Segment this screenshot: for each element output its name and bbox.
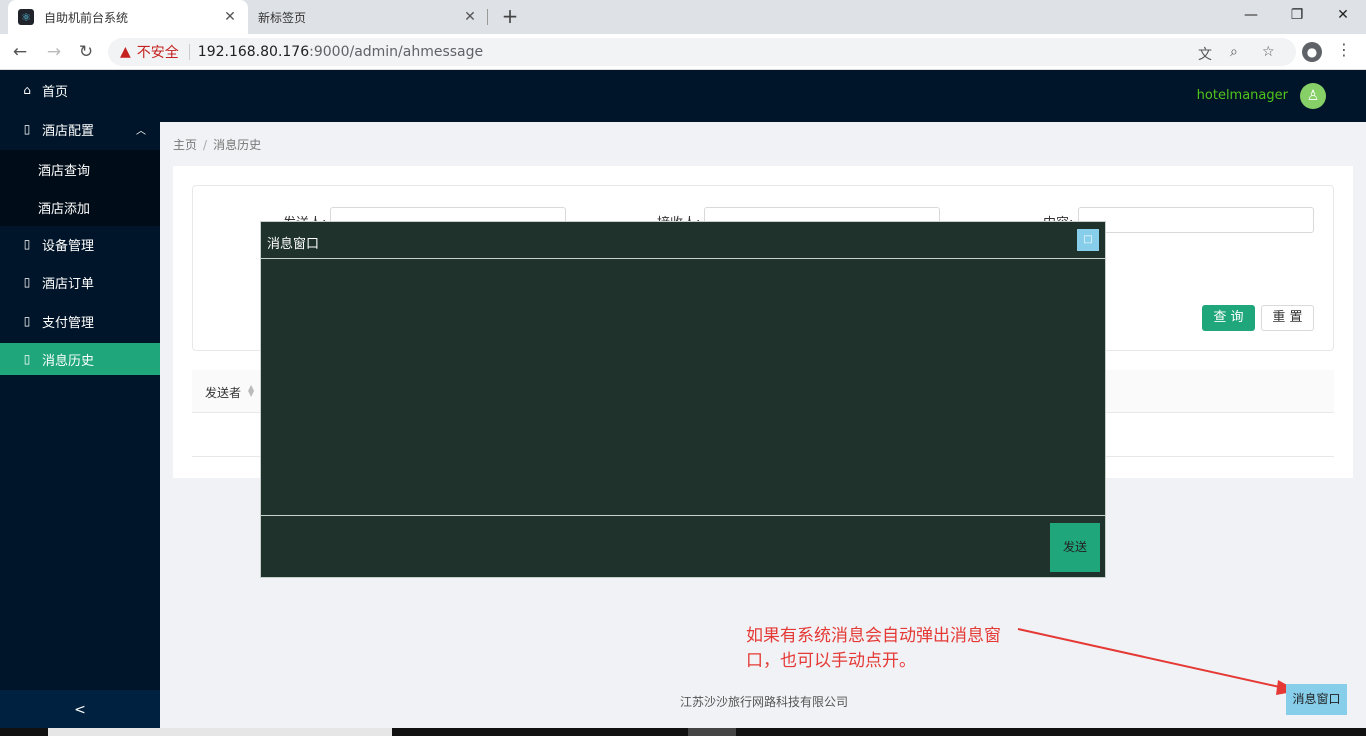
sidebar-item-hotel-config[interactable]: ▯ 酒店配置 ︿ bbox=[0, 112, 160, 146]
sidebar-item-message-history[interactable]: ▯ 消息历史 bbox=[0, 343, 160, 375]
sidebar-item-home[interactable]: ⌂ 首页 bbox=[0, 73, 160, 107]
sort-icon[interactable]: ▲ ▼ bbox=[248, 384, 254, 398]
chevron-up-icon: ︿ bbox=[136, 125, 146, 137]
react-logo-icon: ⚛ bbox=[18, 9, 34, 25]
new-tab-button[interactable]: + bbox=[498, 4, 522, 28]
close-icon[interactable]: ✕ bbox=[222, 9, 238, 25]
restore-button[interactable]: ❐ bbox=[1274, 0, 1320, 30]
file-icon: ▯ bbox=[23, 352, 31, 366]
send-button[interactable]: 发送 bbox=[1050, 523, 1100, 572]
message-window-title: 消息窗口 bbox=[267, 237, 320, 252]
profile-icon[interactable]: ● bbox=[1302, 42, 1322, 62]
sidebar-item-label: 酒店订单 bbox=[42, 276, 95, 292]
file-icon: ▯ bbox=[23, 314, 31, 328]
tab-title: 新标签页 bbox=[258, 10, 307, 25]
warning-icon: ▲ bbox=[120, 44, 131, 60]
taskbar-item[interactable] bbox=[48, 728, 392, 736]
sidebar: ⌂ 首页 ▯ 酒店配置 ︿ 酒店查询 酒店添加 ▯ 设备管理 ▯ 酒店订单 ▯ … bbox=[0, 70, 160, 730]
translate-icon[interactable]: 文 bbox=[1198, 44, 1212, 64]
address-bar[interactable]: ▲ 不安全 192.168.80.176:9000/admin/ahmessag… bbox=[108, 38, 1296, 66]
message-list bbox=[261, 260, 1105, 516]
zoom-icon[interactable]: ⌕ bbox=[1230, 44, 1238, 60]
file-icon: ▯ bbox=[23, 275, 31, 289]
user-avatar-icon[interactable]: ♙ bbox=[1300, 83, 1326, 109]
content-input[interactable] bbox=[1078, 207, 1314, 233]
back-button[interactable]: ← bbox=[8, 40, 32, 64]
message-input[interactable] bbox=[261, 517, 1047, 577]
url-host: 192.168.80.176 bbox=[197, 44, 310, 60]
security-status[interactable]: 不安全 bbox=[137, 42, 179, 62]
sidebar-item-hotel-query[interactable]: 酒店查询 bbox=[0, 150, 160, 188]
tab-separator bbox=[487, 9, 488, 25]
browser-toolbar: ← → ↻ ▲ 不安全 192.168.80.176:9000/admin/ah… bbox=[0, 34, 1366, 70]
bookmark-star-icon[interactable]: ☆ bbox=[1262, 44, 1275, 60]
breadcrumb-current: 消息历史 bbox=[213, 138, 262, 152]
tab-inactive[interactable]: 新标签页 ✕ bbox=[248, 0, 488, 34]
tab-title: 自助机前台系统 bbox=[44, 10, 129, 25]
browser-tabbar: ⚛ 自助机前台系统 ✕ 新标签页 ✕ + — ❐ ✕ bbox=[0, 0, 1366, 34]
minimize-button[interactable]: — bbox=[1228, 0, 1274, 30]
sidebar-collapse-button[interactable]: < bbox=[0, 690, 160, 730]
sidebar-item-orders[interactable]: ▯ 酒店订单 bbox=[0, 265, 160, 299]
message-window-toggle-button[interactable]: 消息窗口 bbox=[1286, 684, 1347, 715]
breadcrumb: 主页 / 消息历史 bbox=[173, 136, 261, 153]
file-icon: ▯ bbox=[23, 122, 31, 136]
sidebar-item-label: 支付管理 bbox=[42, 315, 95, 331]
username[interactable]: hotelmanager bbox=[1197, 88, 1288, 103]
sidebar-item-hotel-add[interactable]: 酒店添加 bbox=[0, 188, 160, 226]
divider bbox=[188, 44, 190, 60]
maximize-icon[interactable]: □ bbox=[1077, 229, 1099, 251]
sidebar-item-label: 首页 bbox=[42, 84, 69, 100]
window-close-button[interactable]: ✕ bbox=[1320, 0, 1366, 30]
breadcrumb-home[interactable]: 主页 bbox=[173, 138, 197, 152]
tab-active[interactable]: ⚛ 自助机前台系统 ✕ bbox=[8, 0, 248, 34]
sidebar-item-label: 酒店查询 bbox=[38, 163, 91, 179]
sidebar-item-devices[interactable]: ▯ 设备管理 bbox=[0, 227, 160, 261]
forward-button[interactable]: → bbox=[42, 40, 66, 64]
url-path: :9000/admin/ahmessage bbox=[309, 44, 484, 60]
sidebar-item-label: 消息历史 bbox=[42, 353, 95, 369]
breadcrumb-separator: / bbox=[203, 138, 208, 152]
footer-company: 江苏沙沙旅行网路科技有限公司 bbox=[680, 695, 849, 709]
browser-menu-icon[interactable]: ⋮ bbox=[1336, 40, 1352, 59]
sidebar-item-payments[interactable]: ▯ 支付管理 bbox=[0, 304, 160, 338]
message-window-header[interactable]: 消息窗口 □ bbox=[261, 222, 1105, 259]
reset-button[interactable]: 重 置 bbox=[1261, 305, 1314, 331]
file-icon: ▯ bbox=[23, 237, 31, 251]
reload-button[interactable]: ↻ bbox=[74, 40, 98, 64]
query-button[interactable]: 查 询 bbox=[1202, 305, 1255, 331]
taskbar-item[interactable] bbox=[688, 728, 736, 736]
sidebar-item-label: 设备管理 bbox=[42, 238, 95, 254]
message-window: 消息窗口 □ 发送 bbox=[260, 221, 1106, 578]
sidebar-item-label: 酒店配置 bbox=[42, 123, 95, 139]
app-header: hotelmanager ♙ bbox=[160, 70, 1366, 122]
column-header-sender[interactable]: 发送者 bbox=[205, 384, 241, 401]
annotation-text: 如果有系统消息会自动弹出消息窗口，也可以手动点开。 bbox=[746, 626, 1001, 671]
close-icon[interactable]: ✕ bbox=[462, 9, 478, 25]
sidebar-item-label: 酒店添加 bbox=[38, 201, 91, 217]
home-icon: ⌂ bbox=[23, 83, 31, 97]
